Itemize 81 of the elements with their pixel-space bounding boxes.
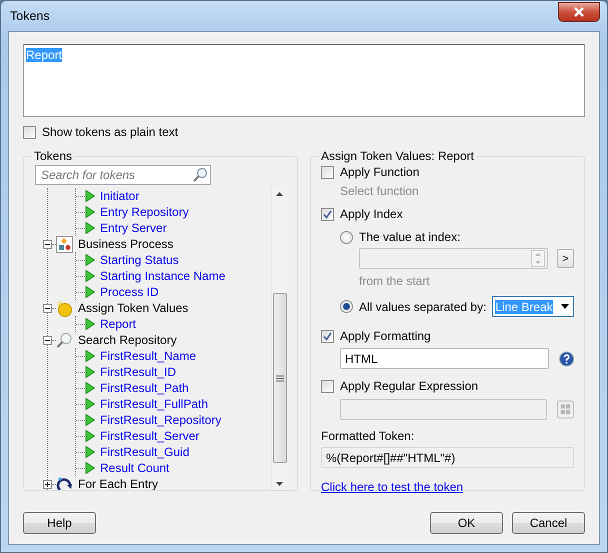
token-item[interactable]: Starting Instance Name xyxy=(100,269,226,283)
token-item[interactable]: FirstResult_Name xyxy=(100,349,196,363)
group-title: Assign Token Values: Report xyxy=(320,149,475,163)
play-icon xyxy=(85,222,95,234)
token-item[interactable]: Initiator xyxy=(100,189,140,203)
test-token-link[interactable]: Click here to test the token xyxy=(321,480,464,494)
play-icon xyxy=(85,430,95,442)
loop-arrow-icon xyxy=(56,476,73,490)
play-icon xyxy=(85,446,95,458)
play-icon xyxy=(85,318,95,330)
index-field[interactable] xyxy=(359,248,548,269)
token-item[interactable]: Result Count xyxy=(100,461,170,475)
help-icon[interactable] xyxy=(558,350,574,366)
search-field[interactable]: Search for tokens xyxy=(35,165,211,185)
play-icon xyxy=(85,254,95,266)
checkbox[interactable] xyxy=(321,380,334,392)
checkbox-label: Apply Function xyxy=(340,165,420,179)
formatted-token-field: %(Report#[]##"HTML"#) xyxy=(321,447,574,468)
go-button[interactable]: > xyxy=(556,249,574,268)
cancel-button[interactable]: Cancel xyxy=(512,512,585,534)
dropdown-arrow-icon xyxy=(561,304,569,309)
close-button[interactable] xyxy=(558,2,600,22)
search-icon xyxy=(192,167,208,183)
expand-icon[interactable] xyxy=(43,480,52,488)
play-icon xyxy=(85,190,95,202)
checkbox-label: Apply Index xyxy=(340,207,403,221)
token-item[interactable]: Process ID xyxy=(100,285,159,299)
radio-button[interactable] xyxy=(340,230,353,244)
play-icon xyxy=(85,398,95,410)
close-icon xyxy=(573,7,585,17)
token-item[interactable]: Entry Repository xyxy=(100,205,189,219)
play-icon xyxy=(85,350,95,362)
checkbox[interactable] xyxy=(321,166,334,178)
token-item[interactable]: FirstResult_ID xyxy=(100,365,176,379)
token-group[interactable]: Business Process xyxy=(78,237,174,251)
play-icon xyxy=(85,462,95,474)
checkbox[interactable] xyxy=(23,126,36,138)
token-group[interactable]: Assign Token Values xyxy=(78,301,188,315)
collapse-icon[interactable] xyxy=(43,240,52,248)
checkbox[interactable] xyxy=(321,208,334,220)
process-icon xyxy=(56,236,73,252)
token-item[interactable]: FirstResult_Repository xyxy=(100,413,222,427)
format-field[interactable]: HTML xyxy=(340,348,549,369)
token-item[interactable]: FirstResult_Path xyxy=(100,381,189,395)
checkbox-label: Show tokens as plain text xyxy=(42,125,178,139)
help-button[interactable]: Help xyxy=(23,512,96,534)
token-group[interactable]: Search Repository xyxy=(78,333,177,347)
checkbox-label: Apply Regular Expression xyxy=(340,379,478,393)
collapse-icon[interactable] xyxy=(43,304,52,312)
grip-icon xyxy=(276,374,284,382)
checkbox-label: Apply Formatting xyxy=(340,329,431,343)
play-icon xyxy=(85,206,95,218)
radio-label: All values separated by: xyxy=(359,300,486,314)
play-icon xyxy=(85,414,95,426)
play-icon xyxy=(85,382,95,394)
formatted-token-label: Formatted Token: xyxy=(321,429,414,443)
spinner-icon xyxy=(530,250,545,267)
scroll-up-icon[interactable] xyxy=(276,192,283,196)
coin-icon xyxy=(56,300,73,316)
ok-button[interactable]: OK xyxy=(430,512,503,534)
play-icon xyxy=(85,366,95,378)
token-item[interactable]: Report xyxy=(100,317,136,331)
token-item[interactable]: FirstResult_FullPath xyxy=(100,397,208,411)
radio-label: The value at index: xyxy=(359,230,460,244)
token-item[interactable]: Starting Status xyxy=(100,253,179,267)
scrollbar[interactable] xyxy=(271,188,287,490)
scroll-down-icon[interactable] xyxy=(276,482,283,486)
play-icon xyxy=(85,270,95,282)
token-item[interactable]: Entry Server xyxy=(100,221,167,235)
function-hint: Select function xyxy=(340,184,419,198)
regex-field[interactable] xyxy=(340,399,548,420)
index-note: from the start xyxy=(359,274,430,288)
token-item[interactable]: FirstResult_Guid xyxy=(100,445,190,459)
group-title: Tokens xyxy=(33,149,74,163)
play-icon xyxy=(85,286,95,298)
window-title: Tokens xyxy=(10,9,50,23)
radio-button[interactable] xyxy=(340,300,353,313)
checkbox[interactable] xyxy=(321,330,334,342)
magnifier-icon xyxy=(56,332,73,348)
token-item[interactable]: FirstResult_Server xyxy=(100,429,200,443)
collapse-icon[interactable] xyxy=(43,336,52,344)
